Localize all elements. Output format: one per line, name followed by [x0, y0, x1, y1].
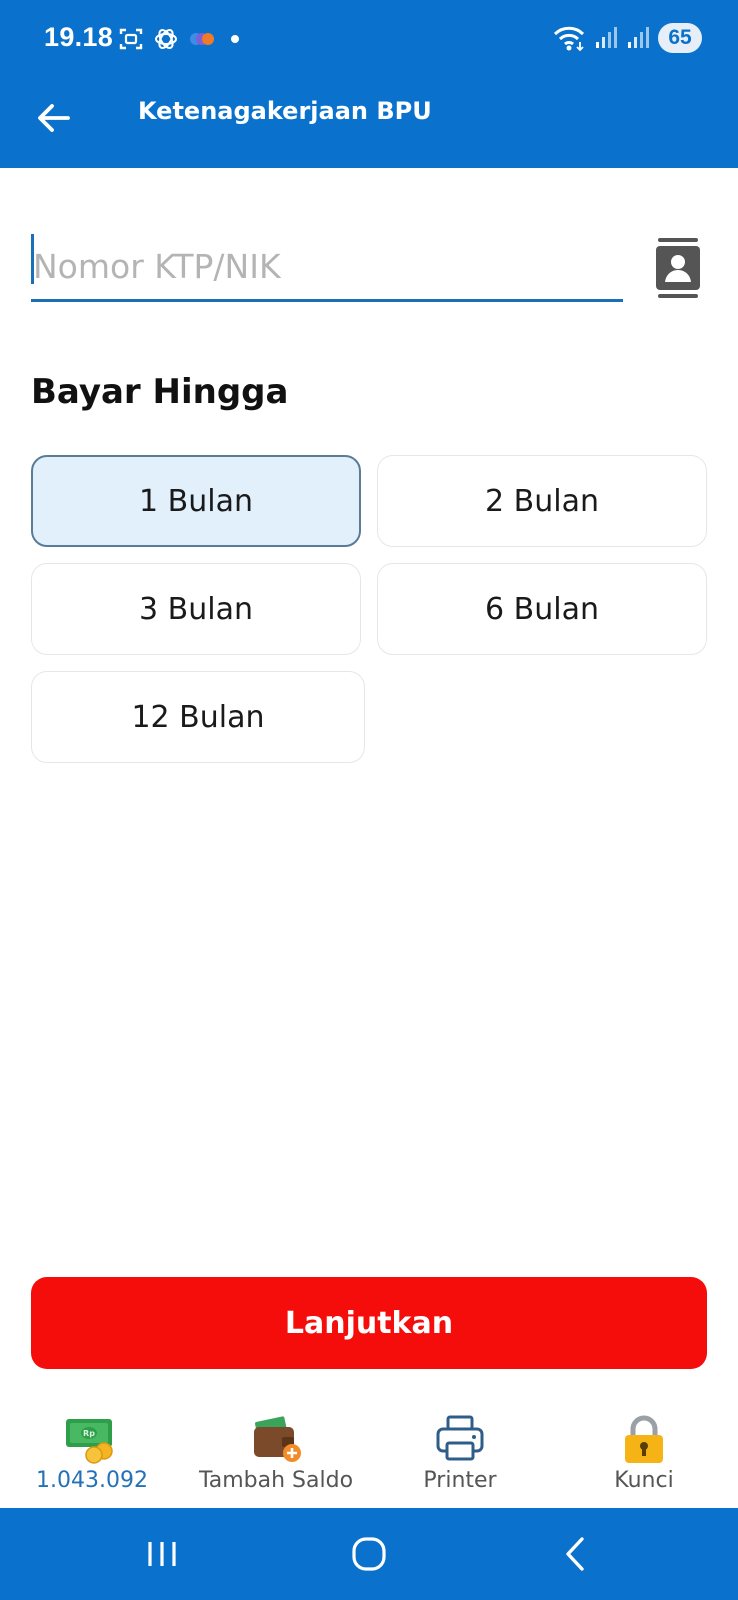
tab-lock[interactable]: Kunci: [552, 1408, 736, 1508]
period-section-title: Bayar Hingga: [31, 372, 289, 412]
tab-top-up[interactable]: Tambah Saldo: [184, 1408, 368, 1508]
signal-sim2-icon: [628, 27, 649, 48]
period-option-3-months[interactable]: 3 Bulan: [31, 563, 361, 655]
status-time: 19.18: [44, 22, 114, 52]
battery-indicator: 65: [658, 23, 702, 53]
app-notification-icon: [190, 33, 214, 45]
period-option-label: 12 Bulan: [131, 699, 265, 735]
status-notification-icons: [118, 24, 239, 54]
ktp-nik-field: [31, 230, 623, 302]
printer-icon: [436, 1415, 484, 1461]
svg-text:Rp: Rp: [83, 1429, 95, 1438]
system-navigation-bar: [0, 1508, 738, 1600]
recent-apps-button[interactable]: [132, 1528, 192, 1580]
period-option-12-months[interactable]: 12 Bulan: [31, 671, 365, 763]
system-back-button[interactable]: [546, 1528, 606, 1580]
more-notifications-dot: [231, 35, 239, 43]
tab-balance[interactable]: Rp 1.043.092: [0, 1408, 184, 1508]
period-option-label: 1 Bulan: [139, 483, 253, 519]
period-option-2-months[interactable]: 2 Bulan: [377, 455, 707, 547]
period-option-label: 6 Bulan: [485, 591, 599, 627]
tab-label: Printer: [423, 1468, 497, 1493]
home-button[interactable]: [339, 1528, 399, 1580]
chatgpt-app-icon: [155, 28, 177, 50]
status-bar: 19.18 65: [0, 0, 738, 78]
screenshot-icon: [119, 28, 143, 50]
contacts-book-icon: [656, 238, 700, 298]
tab-printer[interactable]: Printer: [368, 1408, 552, 1508]
text-cursor: [31, 234, 34, 284]
page-title: Ketenagakerjaan BPU: [138, 97, 432, 125]
app-bar: Ketenagakerjaan BPU: [0, 78, 738, 168]
period-option-label: 2 Bulan: [485, 483, 599, 519]
tab-label: Kunci: [614, 1468, 674, 1493]
recent-apps-icon: [148, 1542, 176, 1566]
period-option-6-months[interactable]: 6 Bulan: [377, 563, 707, 655]
period-option-1-month[interactable]: 1 Bulan: [31, 455, 361, 547]
wallet-add-icon: [254, 1416, 301, 1462]
period-option-label: 3 Bulan: [139, 591, 253, 627]
tab-label: Tambah Saldo: [198, 1468, 354, 1493]
header: 19.18 65 Ketenagakerjaan BPU: [0, 0, 738, 168]
status-system-icons: 65: [552, 22, 702, 54]
padlock-icon: [625, 1415, 663, 1463]
continue-button[interactable]: Lanjutkan: [31, 1277, 707, 1369]
signal-sim1-icon: [596, 27, 617, 48]
balance-amount: 1.043.092: [36, 1468, 148, 1493]
money-coins-icon: Rp: [66, 1419, 113, 1464]
back-button[interactable]: [32, 96, 76, 140]
bottom-navigation: Rp 1.043.092 Tambah Saldo Printer Kunci: [0, 1408, 738, 1508]
arrow-left-icon: [38, 104, 70, 132]
chevron-left-icon: [566, 1537, 584, 1571]
home-icon: [352, 1537, 386, 1571]
ktp-nik-input[interactable]: [31, 230, 623, 299]
wifi-icon: [553, 26, 585, 52]
contacts-button[interactable]: [652, 238, 704, 298]
